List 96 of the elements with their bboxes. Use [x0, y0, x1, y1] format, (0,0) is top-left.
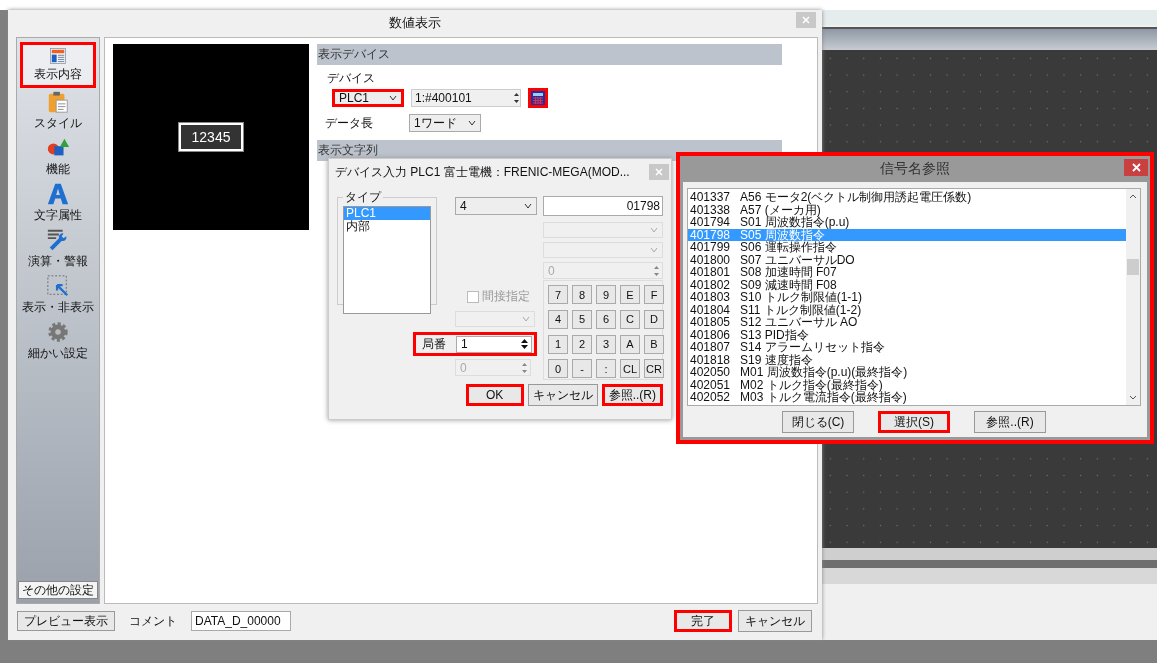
list-item[interactable]: 401337 A56 モータ2(ベクトル制御用誘起電圧係数): [688, 191, 1126, 204]
spinner-icon: [521, 360, 528, 375]
dialog-button[interactable]: 参照..(R): [974, 411, 1046, 433]
caret-icon: [650, 247, 658, 253]
list-item[interactable]: 402052 M03 トルク電流指令(最終指令): [688, 391, 1126, 404]
dialog-button[interactable]: 参照..(R): [601, 384, 663, 406]
keypad-key[interactable]: CL: [620, 359, 640, 379]
list-item[interactable]: 内部: [344, 220, 430, 233]
list-item[interactable]: 401801 S08 加速時間 F07: [688, 266, 1126, 279]
list-item[interactable]: 401794 S01 周波数指令(p.u): [688, 216, 1126, 229]
comment-label: コメント: [129, 612, 177, 630]
dialog-button[interactable]: OK: [465, 384, 524, 406]
section-header: 表示デバイス: [317, 44, 782, 65]
close-icon: [655, 168, 663, 176]
list-item[interactable]: 401805 S12 ユニバーサル AO: [688, 316, 1126, 329]
keypad-key[interactable]: 4: [548, 309, 568, 329]
dropdown[interactable]: [543, 242, 663, 258]
list-item[interactable]: 401818 S19 速度指令: [688, 353, 1126, 366]
dialog-button[interactable]: 選択(S): [878, 411, 950, 433]
keypad-key[interactable]: -: [572, 359, 592, 379]
address-field[interactable]: 01798: [543, 196, 663, 216]
dropdown[interactable]: [455, 311, 535, 327]
dialog-title: 信号名参照: [880, 160, 950, 178]
keypad-key[interactable]: 9: [596, 285, 616, 304]
data-length-dropdown[interactable]: 1ワード: [409, 114, 481, 132]
keypad-key[interactable]: 5: [572, 309, 592, 329]
keypad-key[interactable]: 3: [596, 334, 616, 354]
group-label: タイプ: [344, 189, 383, 206]
list-item[interactable]: 401802 S09 減速時間 F08: [688, 278, 1126, 291]
list-item[interactable]: 402051 M02 トルク指令(最終指令): [688, 378, 1126, 391]
list-item[interactable]: 401807 S14 アラームリセット指令: [688, 341, 1126, 354]
settings-dropdown[interactable]: その他の設定: [18, 581, 98, 599]
keypad-key[interactable]: F: [644, 285, 664, 304]
sidebar-item[interactable]: スタイル: [20, 88, 96, 134]
close-icon: [1131, 163, 1141, 172]
close-icon: [802, 16, 810, 24]
list-item[interactable]: 401338 A57 (メーカ用): [688, 203, 1126, 216]
numeric-display: 12345: [179, 123, 243, 151]
spinner-icon: [653, 263, 660, 278]
calculator-button[interactable]: [528, 88, 548, 108]
list-item[interactable]: 401799 S06 運転操作指令: [688, 241, 1126, 254]
list-item[interactable]: 401804 S11 トルク制限値(1-2): [688, 303, 1126, 316]
caret-icon: [522, 316, 530, 322]
window-title: 数値表示: [389, 13, 441, 32]
field-label: デバイス: [327, 70, 375, 87]
device-type-dropdown[interactable]: 4: [455, 197, 537, 215]
spinner-icon: [520, 337, 529, 351]
sidebar-item[interactable]: 表示・非表示: [20, 272, 96, 318]
keypad-key[interactable]: 6: [596, 309, 616, 329]
keypad-key[interactable]: A: [620, 334, 640, 354]
scrollbar[interactable]: [1126, 189, 1140, 405]
keypad-key[interactable]: C: [620, 309, 640, 329]
keypad-key[interactable]: 0: [548, 359, 568, 379]
keypad-key[interactable]: 8: [572, 285, 592, 304]
dialog-button[interactable]: キャンセル: [738, 610, 812, 632]
caret-icon: [468, 120, 476, 126]
type-list[interactable]: PLC1 内部: [343, 206, 431, 314]
keypad-key[interactable]: B: [644, 334, 664, 354]
calculator-icon: [531, 91, 545, 105]
caret-icon: [389, 95, 397, 101]
scroll-thumb[interactable]: [1127, 259, 1139, 275]
keypad-key[interactable]: CR: [644, 359, 664, 379]
list-item[interactable]: 401803 S10 トルク制限値(1-1): [688, 291, 1126, 304]
cursor-icon: [45, 274, 71, 298]
dialog-button[interactable]: 完了: [674, 610, 732, 632]
sidebar-item[interactable]: 演算・警報: [20, 226, 96, 272]
field-label: 局番: [422, 335, 446, 353]
keypad-key[interactable]: :: [596, 359, 616, 379]
dialog-button[interactable]: 閉じる(C): [782, 411, 854, 433]
sidebar-item[interactable]: 文字属性: [20, 180, 96, 226]
spinner-icon: [513, 91, 520, 105]
address-field[interactable]: 1:#400101: [411, 89, 521, 107]
font-icon: [45, 182, 71, 206]
dropdown[interactable]: [543, 222, 663, 238]
close-button[interactable]: [1124, 159, 1148, 176]
keypad-key[interactable]: 2: [572, 334, 592, 354]
keypad-key[interactable]: E: [620, 285, 640, 304]
caret-icon: [524, 203, 532, 209]
list-item[interactable]: 401800 S07 ユニバーサルDO: [688, 253, 1126, 266]
comment-field[interactable]: DATA_D_00000: [191, 611, 291, 631]
keypad-key[interactable]: 7: [548, 285, 568, 304]
keypad-key[interactable]: D: [644, 309, 664, 329]
preview-button[interactable]: プレビュー表示: [17, 611, 115, 631]
keypad-key[interactable]: 1: [548, 334, 568, 354]
caret-icon: [650, 227, 658, 233]
gear-icon: [45, 320, 71, 344]
dialog-button[interactable]: キャンセル: [527, 384, 598, 406]
station-field[interactable]: 1: [456, 335, 532, 353]
list-item[interactable]: 402050 M01 周波数指令(p.u)(最終指令): [688, 366, 1126, 379]
dialog-title: デバイス入力 PLC1 富士電機：FRENIC-MEGA(MOD...: [335, 163, 630, 181]
list-item[interactable]: 401806 S13 PID指令: [688, 328, 1126, 341]
device-dropdown[interactable]: PLC1: [332, 89, 404, 107]
sidebar-item[interactable]: 細かい設定: [20, 318, 96, 364]
sidebar-item[interactable]: 表示内容: [20, 42, 96, 88]
sidebar-item[interactable]: 機能: [20, 134, 96, 180]
field-label: データ長: [325, 114, 373, 132]
